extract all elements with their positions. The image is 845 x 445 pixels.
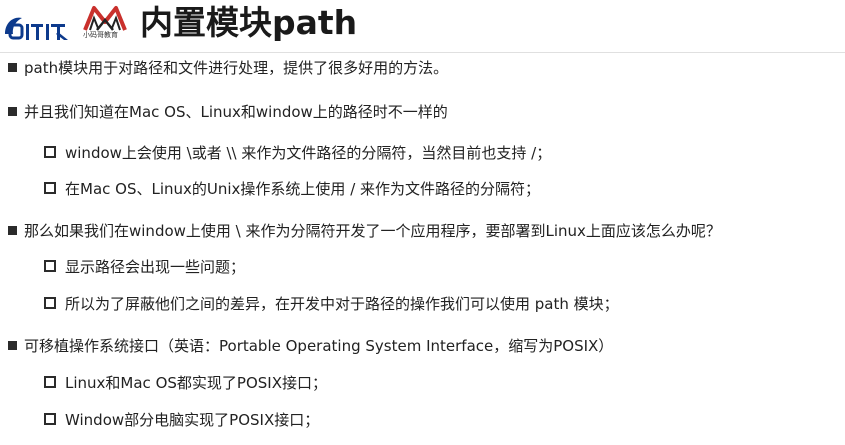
hollow-square-bullet-icon	[44, 413, 56, 425]
square-bullet-icon	[8, 226, 17, 235]
bullet-item: 并且我们知道在Mac OS、Linux和window上的路径时不一样的	[8, 102, 448, 122]
header-divider	[0, 52, 845, 53]
bullet-item: 那么如果我们在window上使用 \ 来作为分隔符开发了一个应用程序，要部署到L…	[8, 221, 721, 241]
sub-bullet-item: Linux和Mac OS都实现了POSIX接口；	[44, 373, 327, 393]
hollow-square-bullet-icon	[44, 146, 56, 158]
bullet-text: 在Mac OS、Linux的Unix操作系统上使用 / 来作为文件路径的分隔符；	[65, 180, 541, 198]
bullet-text: 可移植操作系统接口（英语：Portable Operating System I…	[24, 337, 614, 355]
logo-caption: 小码哥教育	[83, 31, 118, 39]
page-title: 内置模块path	[140, 3, 358, 42]
bullet-text: path模块用于对路径和文件进行处理，提供了很多好用的方法。	[24, 59, 449, 77]
sub-bullet-item: Window部分电脑实现了POSIX接口；	[44, 410, 319, 430]
hollow-square-bullet-icon	[44, 297, 56, 309]
hollow-square-bullet-icon	[44, 182, 56, 194]
bullet-item: path模块用于对路径和文件进行处理，提供了很多好用的方法。	[8, 58, 448, 78]
slide-header: 小码哥教育 内置模块path	[0, 0, 845, 50]
bullet-text: Linux和Mac OS都实现了POSIX接口；	[65, 374, 327, 392]
bullet-text: 所以为了屏蔽他们之间的差异，在开发中对于路径的操作我们可以使用 path 模块；	[65, 295, 619, 313]
bullet-text: Window部分电脑实现了POSIX接口；	[65, 411, 320, 429]
sub-bullet-item: window上会使用 \或者 \\ 来作为文件路径的分隔符，当然目前也支持 /；	[44, 143, 551, 163]
bullet-text: 显示路径会出现一些问题；	[65, 258, 246, 276]
hollow-square-bullet-icon	[44, 376, 56, 388]
bullet-item: 可移植操作系统接口（英语：Portable Operating System I…	[8, 336, 613, 356]
sub-bullet-item: 在Mac OS、Linux的Unix操作系统上使用 / 来作为文件路径的分隔符；	[44, 179, 540, 199]
bullet-text: 那么如果我们在window上使用 \ 来作为分隔符开发了一个应用程序，要部署到L…	[24, 222, 721, 240]
sub-bullet-item: 所以为了屏蔽他们之间的差异，在开发中对于路径的操作我们可以使用 path 模块；	[44, 294, 619, 314]
hollow-square-bullet-icon	[44, 260, 56, 272]
sub-bullet-item: 显示路径会出现一些问题；	[44, 257, 245, 277]
codewhy-logo-icon	[5, 17, 68, 40]
bullet-text: 并且我们知道在Mac OS、Linux和window上的路径时不一样的	[24, 103, 448, 121]
square-bullet-icon	[8, 63, 17, 72]
bullet-text: window上会使用 \或者 \\ 来作为文件路径的分隔符，当然目前也支持 /；	[65, 144, 552, 162]
square-bullet-icon	[8, 107, 17, 116]
square-bullet-icon	[8, 341, 17, 350]
